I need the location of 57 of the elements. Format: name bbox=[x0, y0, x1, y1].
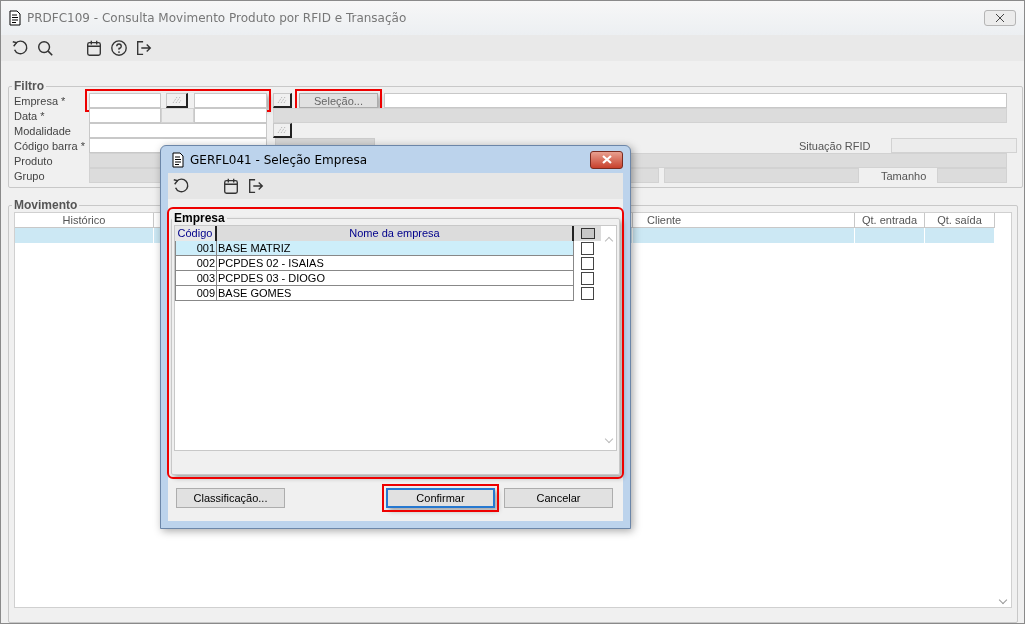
calendar-icon[interactable] bbox=[85, 39, 103, 57]
close-button[interactable] bbox=[590, 150, 623, 169]
input-field bbox=[161, 108, 194, 123]
column-header[interactable]: Nome da empresa bbox=[217, 226, 574, 241]
table-cell[interactable]: BASE GOMES bbox=[217, 286, 574, 301]
select-all-checkbox[interactable] bbox=[580, 228, 595, 239]
refresh-icon[interactable] bbox=[172, 177, 190, 195]
field-label: Data * bbox=[14, 109, 46, 122]
dots-icon bbox=[171, 96, 182, 104]
close-button[interactable] bbox=[984, 10, 1016, 26]
lookup-button[interactable] bbox=[273, 123, 292, 138]
field-label: Tamanho bbox=[881, 169, 928, 182]
window-title: PRDFC109 - Consulta Movimento Produto por RFID e Transação bbox=[27, 11, 407, 25]
input-field[interactable] bbox=[194, 108, 267, 123]
close-icon bbox=[601, 155, 612, 164]
input-field[interactable] bbox=[89, 93, 161, 108]
group-title: Movimento bbox=[13, 198, 79, 212]
table-cell: 002 bbox=[175, 256, 217, 271]
group-title: Filtro bbox=[13, 79, 45, 93]
dialog-title: GERFL041 - Seleção Empresa bbox=[190, 152, 368, 167]
field-label: Situação RFID bbox=[799, 139, 872, 152]
input-field[interactable] bbox=[89, 123, 267, 138]
field-label: Modalidade bbox=[14, 124, 72, 137]
input-field[interactable] bbox=[194, 93, 267, 108]
dots-icon bbox=[277, 126, 287, 134]
lookup-button[interactable] bbox=[166, 93, 188, 108]
exit-icon[interactable] bbox=[135, 39, 153, 57]
field-label: Grupo bbox=[14, 169, 46, 182]
field-label: Produto bbox=[14, 154, 54, 167]
checkbox[interactable] bbox=[581, 242, 594, 255]
table-cell: 001 bbox=[175, 241, 217, 256]
table-cell[interactable]: PCPDES 03 - DIOGO bbox=[217, 271, 574, 286]
checkbox[interactable] bbox=[581, 287, 594, 300]
close-icon bbox=[996, 14, 1004, 22]
document-icon bbox=[172, 151, 184, 168]
group-title: Empresa bbox=[173, 211, 226, 225]
lookup-button[interactable] bbox=[273, 93, 292, 108]
column-header[interactable]: Código bbox=[175, 226, 217, 241]
table-cell[interactable]: PCPDES 02 - ISAIAS bbox=[217, 256, 574, 271]
refresh-icon[interactable] bbox=[11, 39, 29, 57]
search-icon[interactable] bbox=[36, 39, 54, 57]
table-cell: 003 bbox=[175, 271, 217, 286]
checkbox[interactable] bbox=[581, 257, 594, 270]
exit-icon[interactable] bbox=[247, 177, 265, 195]
table-cell[interactable]: BASE MATRIZ bbox=[217, 241, 574, 256]
field-label: Código barra * bbox=[14, 139, 86, 152]
dialog-button[interactable]: Cancelar bbox=[504, 488, 613, 508]
document-icon bbox=[9, 10, 21, 26]
input-field[interactable] bbox=[89, 108, 161, 123]
input-field[interactable] bbox=[384, 93, 1007, 108]
checkbox[interactable] bbox=[581, 272, 594, 285]
table-cell: 009 bbox=[175, 286, 217, 301]
help-icon[interactable] bbox=[110, 39, 128, 57]
dialog-button[interactable]: Classificação... bbox=[176, 488, 285, 508]
field-label: Empresa * bbox=[14, 94, 67, 107]
calendar-icon[interactable] bbox=[222, 177, 240, 195]
dots-icon bbox=[277, 96, 287, 104]
